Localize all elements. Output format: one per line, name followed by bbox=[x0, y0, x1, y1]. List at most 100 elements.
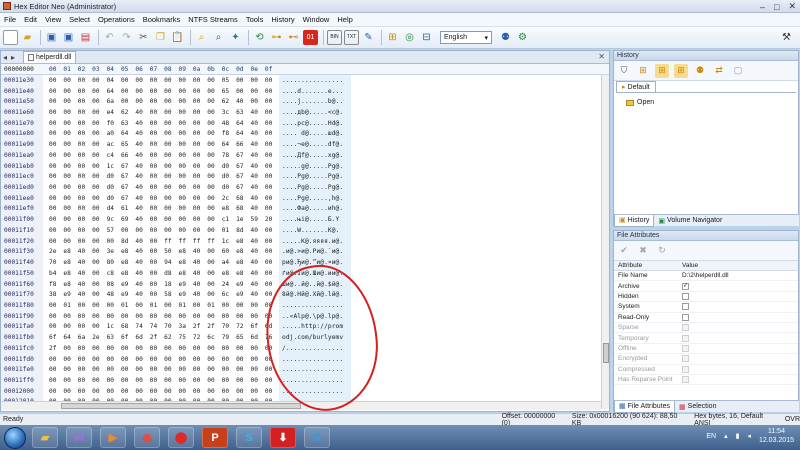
hex-byte[interactable]: 00 bbox=[63, 345, 77, 352]
row-text[interactable]: ....Рg@.....Рg@. bbox=[282, 173, 348, 180]
hex-byte[interactable]: 00 bbox=[179, 77, 193, 84]
hex-byte[interactable]: 00 bbox=[193, 77, 207, 84]
hex-byte[interactable]: e8 bbox=[179, 270, 193, 277]
hex-byte[interactable]: 00 bbox=[121, 388, 135, 395]
history-item-open[interactable]: Open bbox=[626, 99, 654, 106]
hex-byte[interactable]: 00 bbox=[78, 356, 92, 363]
row-text[interactable]: odj.com/burlyemv bbox=[282, 334, 348, 341]
language-select[interactable]: English ▾ bbox=[440, 31, 492, 44]
hex-byte[interactable]: 00 bbox=[78, 109, 92, 116]
hex-byte[interactable]: 00 bbox=[250, 366, 264, 373]
hex-byte[interactable]: 01 bbox=[63, 302, 77, 309]
hex-byte[interactable]: 00 bbox=[49, 238, 63, 245]
hex-byte[interactable]: 40 bbox=[78, 281, 92, 288]
open-folder-icon[interactable]: ▰ bbox=[20, 30, 35, 45]
hex-byte[interactable]: 00 bbox=[92, 366, 106, 373]
hex-byte[interactable]: 01 bbox=[222, 227, 236, 234]
hex-byte[interactable]: 00 bbox=[49, 77, 63, 84]
hex-byte[interactable]: 00 bbox=[63, 205, 77, 212]
hex-byte[interactable]: 00 bbox=[150, 248, 164, 255]
row-text[interactable]: ґи@.Іи@.Ши@.ии@. bbox=[282, 270, 348, 277]
hex-byte[interactable]: 00 bbox=[49, 227, 63, 234]
hex-row[interactable]: 00011eb0 00 00 00 00 1c 67 40 00 00 00 00 00 d0 67 40 00… bbox=[1, 160, 601, 172]
hex-byte[interactable]: 00 bbox=[236, 313, 250, 320]
hex-byte[interactable]: 00 bbox=[78, 77, 92, 84]
hex-byte[interactable]: 48 bbox=[107, 291, 121, 298]
hex-byte[interactable]: 2f bbox=[207, 323, 221, 330]
hex-byte[interactable]: 00 bbox=[193, 366, 207, 373]
hex-byte[interactable]: 00 bbox=[150, 216, 164, 223]
hex-byte[interactable]: ff bbox=[193, 238, 207, 245]
hex-byte[interactable]: 00 bbox=[150, 238, 164, 245]
hex-byte[interactable]: 00 bbox=[78, 323, 92, 330]
row-text[interactable]: .и@.>и@.Pи@.`и@. bbox=[282, 248, 348, 255]
hex-byte[interactable]: 6c bbox=[207, 334, 221, 341]
paste-icon[interactable]: 📋 bbox=[170, 30, 185, 45]
hex-byte[interactable]: 00 bbox=[265, 281, 279, 288]
hex-byte[interactable]: 00 bbox=[164, 313, 178, 320]
hex-byte[interactable]: 00 bbox=[92, 195, 106, 202]
hex-byte[interactable]: e8 bbox=[236, 248, 250, 255]
hex-byte[interactable]: 00 bbox=[164, 195, 178, 202]
hex-byte[interactable]: 00 bbox=[179, 388, 193, 395]
hex-row[interactable]: 00011f00 00 00 00 00 9c 69 40 00 00 00 00 00 c1 1e 59 20… bbox=[1, 214, 601, 226]
hex-byte[interactable]: 62 bbox=[164, 334, 178, 341]
hex-byte[interactable]: 00 bbox=[164, 109, 178, 116]
hex-byte[interactable]: 00 bbox=[92, 173, 106, 180]
hex-byte[interactable]: 00 bbox=[179, 227, 193, 234]
hex-row[interactable]: 00011e80 00 00 00 00 a0 64 40 00 00 00 00 00 f8 64 40 00… bbox=[1, 128, 601, 140]
hex-byte[interactable]: 00 bbox=[250, 356, 264, 363]
hex-byte[interactable]: 00 bbox=[164, 77, 178, 84]
hex-byte[interactable]: 62 bbox=[121, 109, 135, 116]
hex-byte[interactable]: 00 bbox=[265, 88, 279, 95]
tray-expand-icon[interactable]: ▴ bbox=[724, 432, 728, 440]
hex-byte[interactable]: 68 bbox=[236, 205, 250, 212]
hex-byte[interactable]: 00 bbox=[150, 270, 164, 277]
hex-byte[interactable]: 00 bbox=[236, 388, 250, 395]
hex-byte[interactable]: 40 bbox=[193, 259, 207, 266]
hex-byte[interactable]: 00 bbox=[150, 163, 164, 170]
hex-byte[interactable]: 00 bbox=[193, 173, 207, 180]
hex-byte[interactable]: 00 bbox=[121, 227, 135, 234]
hex-byte[interactable]: 20 bbox=[265, 216, 279, 223]
hex-byte[interactable]: 00 bbox=[107, 345, 121, 352]
hex-byte[interactable]: 00 bbox=[150, 291, 164, 298]
hex-byte[interactable]: 60 bbox=[222, 248, 236, 255]
hex-byte[interactable]: 00 bbox=[78, 173, 92, 180]
history-view-icon[interactable]: ⊞ bbox=[655, 63, 669, 78]
tab-scroll-left-icon[interactable]: ◂ bbox=[1, 53, 9, 62]
hex-byte[interactable]: e8 bbox=[121, 259, 135, 266]
layout-icon[interactable]: ⊞ bbox=[385, 30, 400, 45]
row-text[interactable]: ....њi@.....Б.Y bbox=[282, 216, 348, 223]
hex-row[interactable]: 00011fa0 00 00 00 00 1c 68 74 74 70 3a 2f 2f 70 72 6f 6d… bbox=[1, 321, 601, 333]
hex-byte[interactable]: 40 bbox=[250, 195, 264, 202]
hex-byte[interactable]: 00 bbox=[265, 302, 279, 309]
hex-byte[interactable]: 63 bbox=[107, 334, 121, 341]
attribute-checkbox[interactable] bbox=[682, 303, 689, 311]
row-text[interactable]: .... d@.....шd@. bbox=[282, 130, 348, 137]
hex-byte[interactable]: 00 bbox=[193, 163, 207, 170]
hex-byte[interactable]: 00 bbox=[78, 163, 92, 170]
hex-byte[interactable]: 00 bbox=[207, 313, 221, 320]
tab-scroll-right-icon[interactable]: ▸ bbox=[9, 53, 17, 62]
hex-byte[interactable]: 00 bbox=[150, 173, 164, 180]
hex-byte[interactable]: 00 bbox=[63, 227, 77, 234]
hex-byte[interactable]: 00 bbox=[207, 77, 221, 84]
hex-byte[interactable]: 40 bbox=[193, 270, 207, 277]
hex-byte[interactable]: 00 bbox=[49, 184, 63, 191]
hex-byte[interactable]: 00 bbox=[150, 77, 164, 84]
hex-byte[interactable]: 00 bbox=[92, 98, 106, 105]
row-text[interactable]: ....дb@.....<c@. bbox=[282, 109, 348, 116]
hex-byte[interactable]: 9c bbox=[107, 216, 121, 223]
hex-byte[interactable]: 00 bbox=[92, 152, 106, 159]
hex-byte[interactable]: 00 bbox=[63, 77, 77, 84]
hex-byte[interactable]: 00 bbox=[164, 152, 178, 159]
hex-byte[interactable]: 00 bbox=[250, 98, 264, 105]
hex-byte[interactable]: 00 bbox=[49, 88, 63, 95]
hex-byte[interactable]: 00 bbox=[135, 77, 149, 84]
hex-byte[interactable]: e9 bbox=[179, 291, 193, 298]
hex-byte[interactable]: 00 bbox=[92, 259, 106, 266]
hex-byte[interactable]: 48 bbox=[222, 120, 236, 127]
hex-byte[interactable]: 00 bbox=[135, 88, 149, 95]
hex-byte[interactable]: 00 bbox=[179, 152, 193, 159]
